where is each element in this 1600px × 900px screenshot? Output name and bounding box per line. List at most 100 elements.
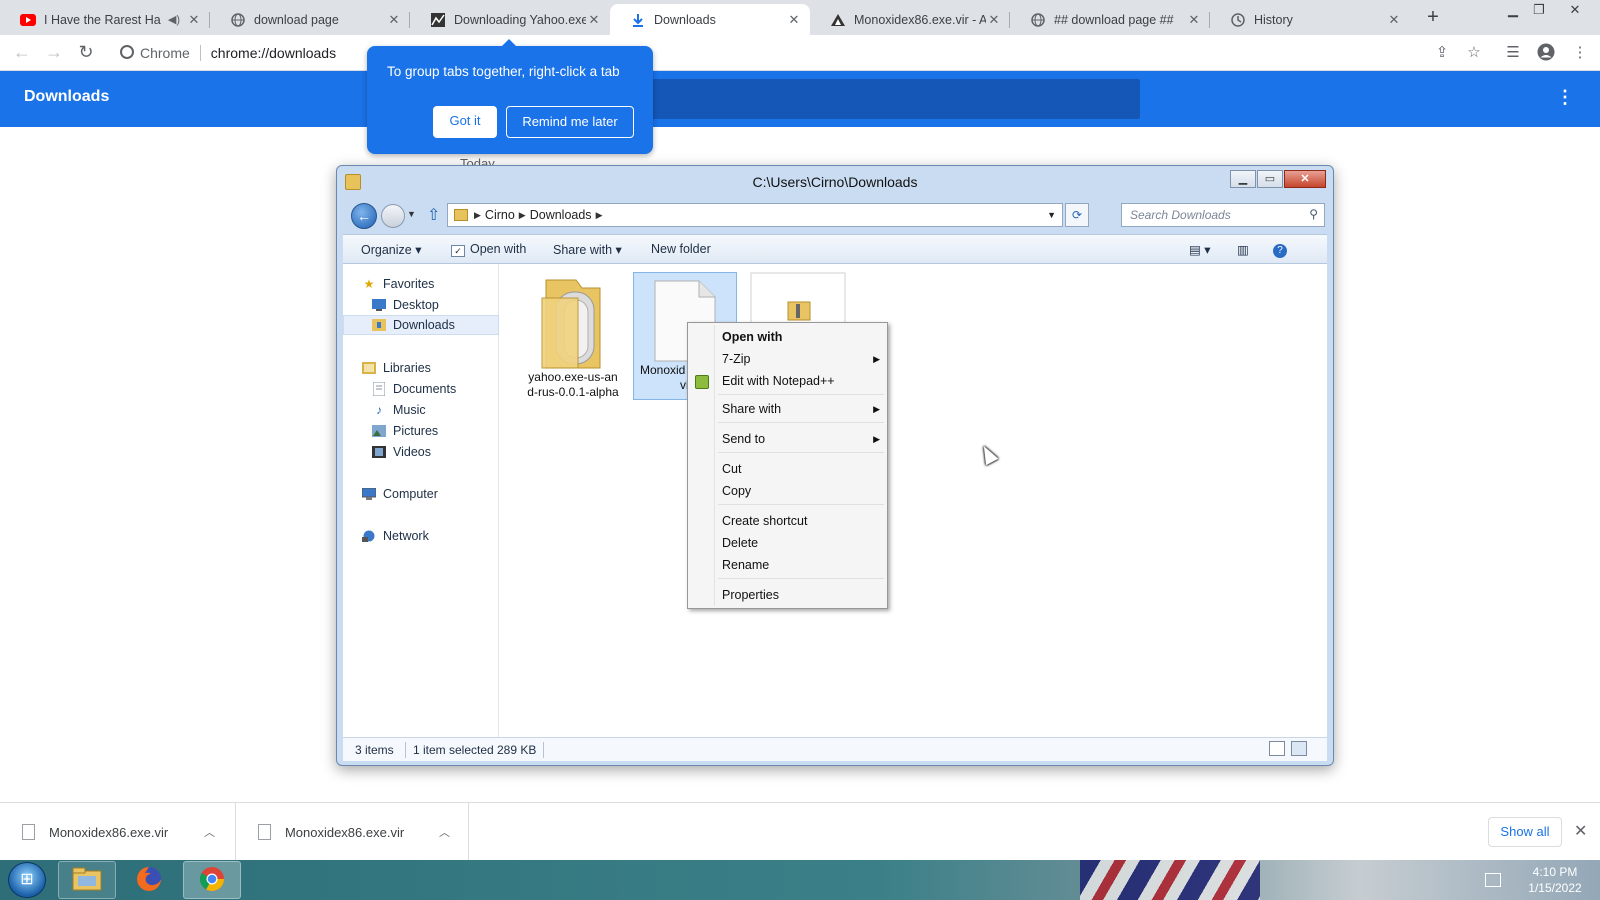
explorer-search-input[interactable]: Search Downloads ⚲ (1121, 203, 1325, 227)
start-button[interactable]: ⊞ (8, 862, 46, 898)
menu-delete[interactable]: Delete (722, 533, 882, 553)
tab-download-page[interactable]: download page ✕ (210, 4, 410, 35)
address-bar[interactable]: Chrome chrome://downloads (112, 38, 1432, 68)
show-all-button[interactable]: Show all (1488, 817, 1562, 847)
menu-share-with[interactable]: Share with ▶ (722, 399, 882, 419)
file-yahoo-zip[interactable]: yahoo.exe-us-an d-rus-0.0.1-alpha (523, 272, 623, 402)
chevron-up-icon[interactable]: ︿ (439, 824, 450, 840)
profile-icon[interactable] (1536, 43, 1556, 63)
tab-history[interactable]: History ✕ (1210, 4, 1410, 35)
menu-open-with[interactable]: Open with (722, 327, 882, 347)
menu-properties[interactable]: Properties (722, 585, 882, 605)
back-button[interactable]: ← (10, 41, 34, 65)
explorer-close-button[interactable]: ✕ (1284, 170, 1326, 188)
nav-libraries[interactable]: Libraries (361, 358, 431, 378)
search-icon[interactable]: ⚲ (1309, 207, 1318, 221)
nav-favorites[interactable]: ★ Favorites (361, 274, 435, 294)
change-view-icon[interactable]: ▤ ▾ (1189, 242, 1211, 257)
action-center-flag-icon[interactable] (1485, 873, 1501, 887)
share-with-button[interactable]: Share with ▾ (553, 242, 622, 257)
large-icons-view-icon[interactable] (1291, 741, 1307, 756)
downloads-more-icon[interactable]: ⋮ (1556, 87, 1574, 108)
nav-music[interactable]: ♪ Music (371, 400, 426, 420)
item-count: 3 items (355, 743, 394, 757)
details-view-icon[interactable] (1269, 741, 1285, 756)
organize-button[interactable]: Organize ▾ (361, 242, 421, 257)
downloads-search-field[interactable] (650, 79, 1140, 119)
restore-button[interactable]: ❐ (1526, 0, 1552, 22)
tab-close-icon[interactable]: ✕ (786, 12, 802, 28)
check-icon: ✓ (451, 245, 465, 257)
menu-create-shortcut[interactable]: Create shortcut (722, 511, 882, 531)
taskbar-explorer[interactable] (58, 861, 116, 899)
chrome-site-icon[interactable] (120, 45, 134, 59)
file-third-item[interactable] (749, 272, 847, 334)
share-icon[interactable]: ⇪ (1432, 43, 1452, 63)
explorer-title: C:\Users\Cirno\Downloads (752, 174, 918, 190)
download-item[interactable]: Monoxidex86.exe.vir ︿ (236, 803, 469, 861)
recent-pages-chevron-icon[interactable]: ▼ (407, 209, 416, 219)
menu-edit-notepad[interactable]: Edit with Notepad++ (722, 371, 882, 391)
nav-videos[interactable]: Videos (371, 442, 431, 462)
tab-downloading-yahoo[interactable]: Downloading Yahoo.exe / ✕ (410, 4, 610, 35)
chevron-up-icon[interactable]: ︿ (204, 824, 215, 840)
minimize-button[interactable]: ▁ (1500, 0, 1526, 22)
analysis-icon (830, 12, 846, 28)
breadcrumb-cirno[interactable]: Cirno (485, 208, 515, 222)
nav-downloads[interactable]: Downloads (343, 315, 499, 335)
nav-pictures[interactable]: Pictures (371, 421, 438, 441)
firefox-icon (135, 865, 163, 896)
bookmark-star-icon[interactable]: ☆ (1464, 43, 1484, 63)
documents-icon (371, 382, 387, 396)
explorer-back-button[interactable]: ← (351, 203, 377, 229)
tab-close-icon[interactable]: ✕ (1386, 12, 1402, 28)
tab-close-icon[interactable]: ✕ (986, 12, 1002, 28)
got-it-button[interactable]: Got it (433, 106, 497, 138)
menu-7zip[interactable]: 7-Zip ▶ (722, 349, 882, 369)
taskbar-firefox[interactable] (120, 861, 178, 899)
explorer-minimize-button[interactable]: ▁ (1230, 170, 1256, 188)
new-tab-button[interactable]: + (1421, 6, 1445, 30)
explorer-maximize-button[interactable]: ▭ (1257, 170, 1283, 188)
menu-send-to[interactable]: Send to ▶ (722, 429, 882, 449)
desktop-icon (371, 298, 387, 312)
preview-pane-icon[interactable]: ▥ (1237, 242, 1249, 257)
nav-network[interactable]: Network (361, 526, 429, 546)
window-close-button[interactable]: ✕ (1562, 0, 1588, 22)
reading-list-icon[interactable]: ☰ (1503, 43, 1523, 63)
pictures-icon (371, 424, 387, 438)
reload-button[interactable]: ↻ (74, 41, 98, 65)
chrome-menu-icon[interactable]: ⋮ (1570, 43, 1590, 63)
tab-close-icon[interactable]: ✕ (586, 12, 602, 28)
explorer-forward-button[interactable] (381, 204, 405, 228)
tab-downloads[interactable]: Downloads ✕ (610, 4, 810, 35)
tab-monoxide-analysis[interactable]: Monoxidex86.exe.vir - An ✕ (810, 4, 1010, 35)
tab-hash-download-page[interactable]: ## download page ## ✕ (1010, 4, 1210, 35)
download-item[interactable]: Monoxidex86.exe.vir ︿ (0, 803, 236, 861)
menu-rename[interactable]: Rename (722, 555, 882, 575)
close-shelf-icon[interactable]: ✕ (1574, 821, 1587, 841)
tab-close-icon[interactable]: ✕ (1186, 12, 1202, 28)
tab-youtube[interactable]: I Have the Rarest Ha ◀) ✕ (0, 4, 210, 35)
speaker-icon[interactable]: ◀) (168, 13, 180, 26)
breadcrumb-downloads[interactable]: Downloads (530, 208, 592, 222)
tab-close-icon[interactable]: ✕ (186, 12, 202, 28)
refresh-icon[interactable]: ⟳ (1065, 203, 1089, 227)
clock[interactable]: 4:10 PM 1/15/2022 (1515, 864, 1595, 896)
open-with-button[interactable]: ✓ Open with (451, 242, 526, 257)
tab-title: ## download page ## (1054, 12, 1174, 27)
nav-computer[interactable]: Computer (361, 484, 438, 504)
menu-cut[interactable]: Cut (722, 459, 882, 479)
new-folder-button[interactable]: New folder (651, 242, 711, 256)
tab-close-icon[interactable]: ✕ (386, 12, 402, 28)
taskbar-chrome[interactable] (183, 861, 241, 899)
nav-desktop[interactable]: Desktop (371, 295, 439, 315)
help-icon[interactable]: ? (1273, 242, 1287, 258)
explorer-address-bar[interactable]: ▶ Cirno ▶ Downloads ▶ ▼ (447, 203, 1063, 227)
forward-button[interactable]: → (42, 41, 66, 65)
menu-copy[interactable]: Copy (722, 481, 882, 501)
remind-later-button[interactable]: Remind me later (506, 106, 634, 138)
up-folder-icon[interactable]: ⇧ (427, 205, 440, 225)
nav-documents[interactable]: Documents (371, 379, 456, 399)
address-dropdown-icon[interactable]: ▼ (1047, 210, 1056, 220)
